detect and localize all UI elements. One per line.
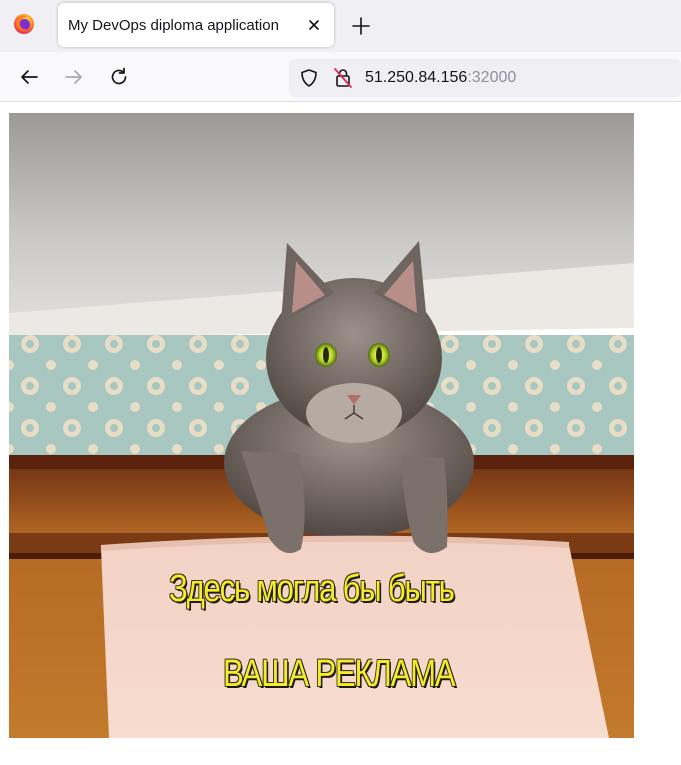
insecure-lock-icon[interactable] [333, 67, 353, 89]
url-host: 51.250.84.156 [365, 69, 468, 86]
cat-advert-image: Здесь могла бы быть ВАША РЕКЛАМА [9, 113, 634, 738]
url-text[interactable]: 51.250.84.156:32000 [365, 69, 516, 87]
url-port: :32000 [467, 69, 517, 86]
tab-strip: My DevOps diploma application [0, 0, 681, 52]
address-bar[interactable]: 51.250.84.156:32000 [289, 59, 681, 97]
ad-caption-line2: ВАША РЕКЛАМА [223, 653, 456, 695]
tab-title: My DevOps diploma application [68, 17, 279, 34]
close-icon[interactable] [304, 15, 324, 35]
reload-icon[interactable] [108, 66, 130, 88]
navigation-toolbar: 51.250.84.156:32000 [0, 52, 681, 102]
arrow-left-icon[interactable] [18, 66, 40, 88]
tab-active[interactable]: My DevOps diploma application [58, 3, 334, 47]
ad-caption-line1: Здесь могла бы быть [169, 568, 455, 610]
arrow-right-icon[interactable] [63, 66, 85, 88]
plus-icon[interactable] [350, 15, 372, 37]
firefox-icon[interactable] [12, 12, 36, 36]
page-content: Здесь могла бы быть ВАША РЕКЛАМА [0, 103, 681, 765]
shield-icon[interactable] [299, 68, 319, 88]
